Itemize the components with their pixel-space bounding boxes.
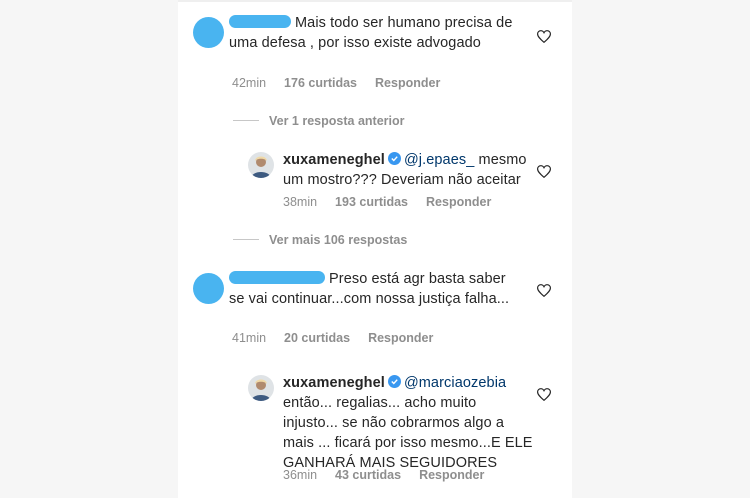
- likes-count[interactable]: 20 curtidas: [284, 331, 350, 345]
- comment-meta: 41min 20 curtidas Responder: [232, 331, 433, 345]
- heart-icon[interactable]: [537, 30, 551, 43]
- reply-button[interactable]: Responder: [375, 76, 440, 90]
- comment-time: 42min: [232, 76, 267, 90]
- comment-text: Preso está agr basta saber se vai contin…: [229, 271, 510, 307]
- divider: [233, 120, 259, 121]
- user-avatar[interactable]: [248, 375, 274, 401]
- heart-icon[interactable]: [537, 284, 551, 297]
- username[interactable]: xuxameneghel: [283, 375, 385, 391]
- mention-link[interactable]: @marciaozebia: [404, 375, 506, 391]
- verified-badge-icon: [387, 152, 401, 165]
- reply-button[interactable]: Responder: [368, 331, 433, 345]
- comment-text: Mais todo ser humano precisa de uma defe…: [229, 15, 513, 51]
- view-previous-replies[interactable]: Ver 1 resposta anterior: [233, 114, 404, 130]
- mention-link[interactable]: @j.epaes_: [404, 152, 474, 168]
- reply-button[interactable]: Responder: [419, 468, 484, 482]
- likes-count[interactable]: 176 curtidas: [284, 76, 357, 90]
- reply-button[interactable]: Responder: [426, 195, 491, 209]
- reply-time: 38min: [283, 195, 318, 209]
- comments-panel: Mais todo ser humano precisa de uma defe…: [178, 0, 572, 498]
- likes-count[interactable]: 43 curtidas: [335, 468, 401, 482]
- view-more-replies[interactable]: Ver mais 106 respostas: [233, 233, 407, 249]
- reply-meta: 38min 193 curtidas Responder: [283, 195, 491, 209]
- right-margin: [572, 0, 750, 498]
- reply-text: xuxameneghel @j.epaes_ mesmo um mostro???…: [283, 152, 527, 188]
- reply-text: xuxameneghel @marciaozebia então... regal…: [283, 375, 533, 471]
- verified-badge-icon: [387, 375, 401, 388]
- reply-time: 36min: [283, 468, 318, 482]
- comment-meta: 42min 176 curtidas Responder: [232, 76, 440, 90]
- blurred-avatar[interactable]: [193, 17, 224, 48]
- reply-meta: 36min 43 curtidas Responder: [283, 468, 484, 482]
- likes-count[interactable]: 193 curtidas: [335, 195, 408, 209]
- username[interactable]: xuxameneghel: [283, 152, 385, 168]
- user-avatar[interactable]: [248, 152, 274, 178]
- comment-time: 41min: [232, 331, 267, 345]
- heart-icon[interactable]: [537, 165, 551, 178]
- blurred-username[interactable]: [229, 271, 325, 284]
- heart-icon[interactable]: [537, 388, 551, 401]
- blurred-username[interactable]: [229, 15, 291, 28]
- blurred-avatar[interactable]: [193, 273, 224, 304]
- divider: [178, 0, 572, 2]
- left-margin: [0, 0, 178, 498]
- divider: [233, 239, 259, 240]
